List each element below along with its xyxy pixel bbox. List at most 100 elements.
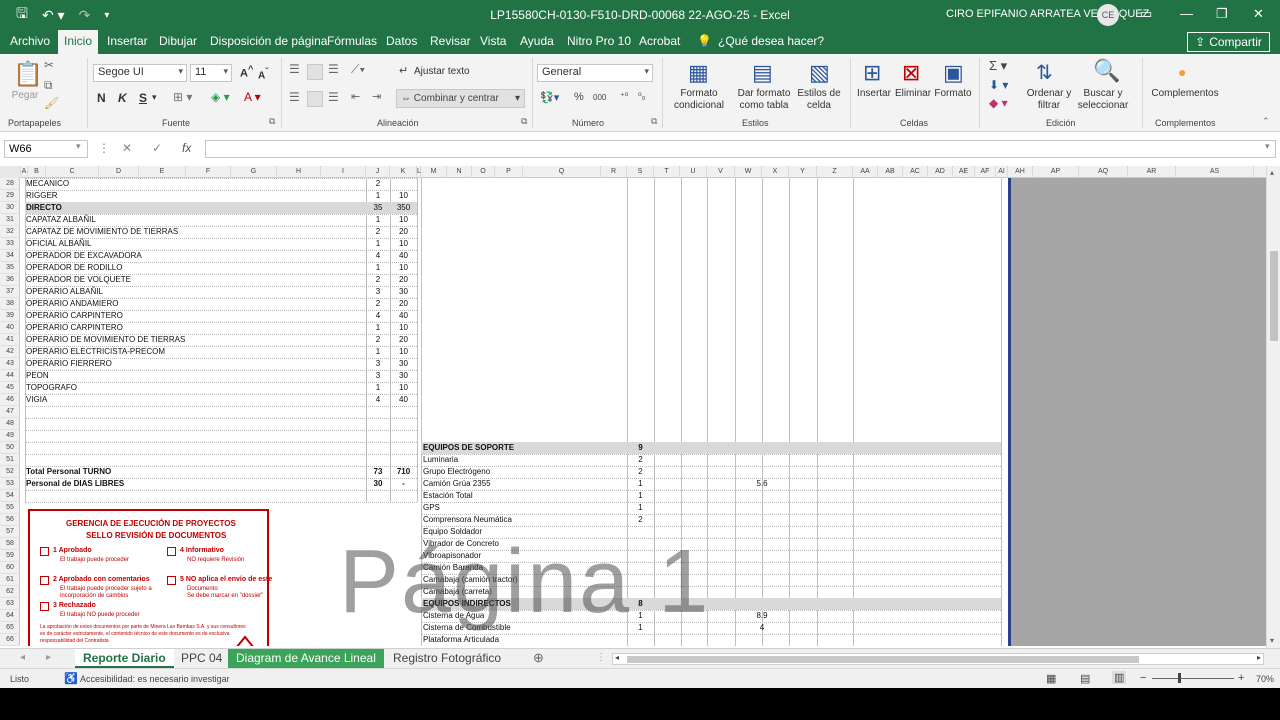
font-name-select[interactable]: Segoe UI: [93, 64, 187, 82]
equipment-name[interactable]: Grupo Electrógeno: [423, 466, 490, 478]
personnel-count[interactable]: 3: [366, 286, 390, 298]
column-header[interactable]: X: [762, 166, 789, 178]
column-header[interactable]: AC: [903, 166, 928, 178]
row-header[interactable]: 33: [0, 238, 20, 250]
name-box-dropdown-icon[interactable]: ▾: [76, 141, 81, 152]
total-count[interactable]: 30: [366, 478, 390, 490]
addins-icon[interactable]: ●: [1178, 64, 1186, 80]
zoom-slider-handle[interactable]: [1178, 673, 1181, 683]
equipment-name[interactable]: Estación Total: [423, 490, 473, 502]
ribbon-display-icon[interactable]: ▭: [1140, 6, 1152, 22]
zoom-slider[interactable]: [1152, 678, 1234, 679]
minimize-icon[interactable]: —: [1180, 6, 1193, 21]
column-header[interactable]: G: [231, 166, 277, 178]
column-header[interactable]: R: [601, 166, 627, 178]
row-header[interactable]: 59: [0, 550, 20, 562]
personnel-hours[interactable]: 10: [390, 262, 417, 274]
conditional-format-button[interactable]: Formato condicional: [666, 88, 732, 112]
personnel-count[interactable]: 3: [366, 370, 390, 382]
personnel-name[interactable]: MECANICO: [26, 178, 69, 190]
italic-button[interactable]: K: [118, 91, 127, 105]
insert-function-icon[interactable]: fx: [182, 141, 191, 155]
format-cells-button[interactable]: Formato: [933, 88, 973, 100]
total-count[interactable]: 73: [366, 466, 390, 478]
number-format-select[interactable]: General: [537, 64, 653, 82]
scroll-left-icon[interactable]: ◂: [615, 653, 619, 662]
total-hours[interactable]: -: [390, 478, 417, 490]
collapse-ribbon-icon[interactable]: ⌃: [1262, 116, 1270, 127]
cut-icon[interactable]: ✂: [44, 58, 54, 72]
personnel-count[interactable]: 1: [366, 262, 390, 274]
personnel-hours[interactable]: 20: [390, 274, 417, 286]
column-header[interactable]: AE: [953, 166, 975, 178]
sheet-tab-reporte-diario[interactable]: Reporte Diario: [75, 649, 174, 668]
page-layout-icon[interactable]: ▤: [1080, 672, 1090, 685]
select-all-corner[interactable]: [0, 166, 21, 178]
total-label[interactable]: Total Personal TURNO: [26, 466, 111, 478]
scroll-down-icon[interactable]: ▾: [1270, 636, 1274, 645]
column-header[interactable]: K: [390, 166, 417, 178]
column-header[interactable]: Q: [523, 166, 601, 178]
equipment-qty[interactable]: 2: [627, 466, 654, 478]
column-header[interactable]: M: [421, 166, 447, 178]
cancel-icon[interactable]: ✕: [122, 141, 132, 155]
personnel-name[interactable]: OPERARIO FIERRERO: [26, 358, 112, 370]
column-header[interactable]: H: [277, 166, 321, 178]
align-bottom-icon[interactable]: ☰: [328, 62, 339, 76]
column-header[interactable]: E: [139, 166, 186, 178]
increase-decimal-icon[interactable]: ⁺⁰: [620, 91, 628, 102]
personnel-hours[interactable]: 20: [390, 226, 417, 238]
column-header[interactable]: AQ: [1079, 166, 1128, 178]
redo-icon[interactable]: ↷: [79, 7, 91, 24]
column-header[interactable]: U: [680, 166, 707, 178]
insert-cells-button[interactable]: Insertar: [854, 88, 894, 100]
accounting-icon[interactable]: 💱▾: [540, 91, 559, 104]
sheet-tab-ppc[interactable]: PPC 04: [173, 649, 230, 668]
cell-styles-button[interactable]: Estilos de celda: [796, 88, 842, 112]
personnel-count[interactable]: 2: [366, 178, 390, 190]
number-launcher-icon[interactable]: ⧉: [651, 116, 657, 127]
column-header[interactable]: AD: [928, 166, 953, 178]
personnel-count[interactable]: 2: [366, 274, 390, 286]
scroll-up-icon[interactable]: ▴: [1270, 168, 1274, 177]
grow-font-icon[interactable]: A^: [240, 64, 253, 80]
maximize-icon[interactable]: ❐: [1216, 6, 1228, 22]
personnel-hours[interactable]: 10: [390, 214, 417, 226]
row-header[interactable]: 41: [0, 334, 20, 346]
zoom-in-icon[interactable]: +: [1238, 672, 1244, 684]
cell-styles-icon[interactable]: ▧: [809, 60, 830, 86]
comma-style-icon[interactable]: 000: [593, 93, 606, 102]
row-header[interactable]: 34: [0, 250, 20, 262]
column-header[interactable]: D: [99, 166, 139, 178]
row-header[interactable]: 60: [0, 562, 20, 574]
paste-icon[interactable]: 📋: [13, 60, 43, 89]
row-header[interactable]: 58: [0, 538, 20, 550]
row-header[interactable]: 53: [0, 478, 20, 490]
align-center-icon[interactable]: [307, 91, 323, 107]
tab-ayuda[interactable]: Ayuda: [520, 34, 554, 48]
equipment-name[interactable]: Comprensora Neumática: [423, 514, 512, 526]
customize-qat-icon[interactable]: ▾: [104, 10, 109, 21]
decrease-decimal-icon[interactable]: ⁰₀: [638, 91, 645, 102]
tab-dibujar[interactable]: Dibujar: [159, 34, 197, 48]
personnel-name[interactable]: OPERARIO ALBAÑIL: [26, 286, 103, 298]
row-header[interactable]: 29: [0, 190, 20, 202]
row-header[interactable]: 40: [0, 322, 20, 334]
font-launcher-icon[interactable]: ⧉: [269, 116, 275, 127]
sheet-tab-registro[interactable]: Registro Fotográfico: [385, 649, 509, 668]
personnel-count[interactable]: 35: [366, 202, 390, 214]
row-header[interactable]: 66: [0, 634, 20, 646]
equipment-qty[interactable]: 1: [627, 478, 654, 490]
sort-filter-icon[interactable]: ⇅: [1036, 60, 1053, 85]
tab-inicio[interactable]: Inicio: [58, 30, 99, 54]
equipment-name[interactable]: Camión Grúa 2355: [423, 478, 491, 490]
format-table-icon[interactable]: ▤: [752, 60, 773, 86]
row-header[interactable]: 47: [0, 406, 20, 418]
underline-dropdown-icon[interactable]: ▾: [152, 92, 157, 103]
row-header[interactable]: 65: [0, 622, 20, 634]
align-middle-icon[interactable]: [307, 64, 323, 80]
sheet-tab-diagram[interactable]: Diagram de Avance Lineal: [228, 649, 384, 668]
equipment-value[interactable]: 4: [735, 622, 789, 634]
delete-cells-icon[interactable]: ⊠: [902, 60, 920, 86]
total-hours[interactable]: 710: [390, 466, 417, 478]
